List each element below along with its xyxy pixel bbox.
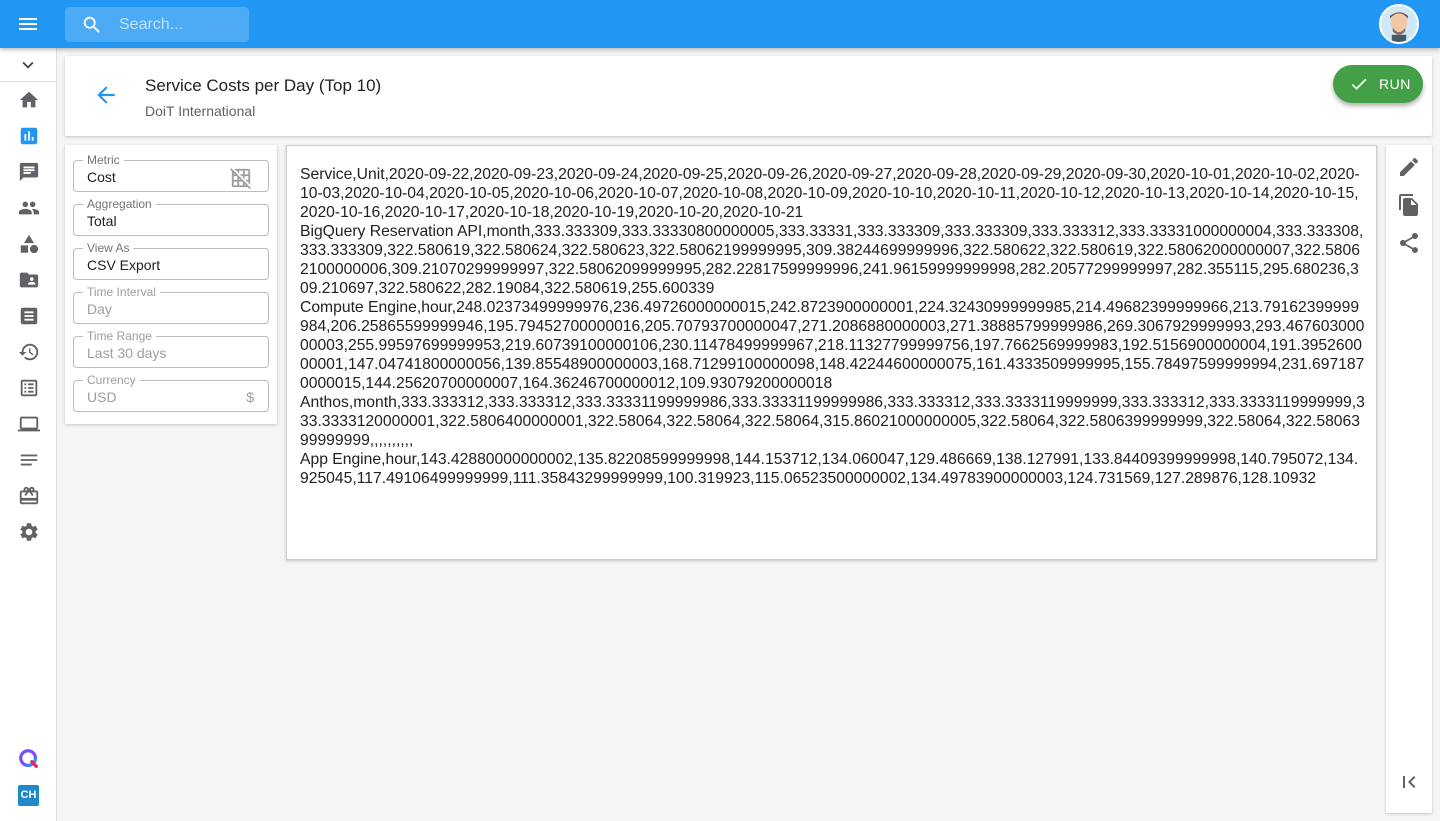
arrow-back-icon	[97, 86, 115, 104]
time-interval-select[interactable]: Time Interval Day	[73, 285, 269, 324]
edit-button[interactable]	[1397, 155, 1421, 179]
list-icon	[20, 379, 37, 397]
sidebar-item-notes[interactable]	[0, 442, 57, 478]
run-button-label: RUN	[1379, 76, 1411, 92]
check-icon	[1351, 78, 1367, 90]
grid-off-icon	[230, 168, 251, 189]
user-avatar[interactable]	[1379, 4, 1419, 44]
briefcase-icon	[19, 486, 38, 505]
view-as-select[interactable]: View As CSV Export	[73, 241, 269, 280]
time-range-label: Time Range	[83, 329, 156, 343]
aggregation-value: Total	[87, 213, 117, 229]
shapes-icon	[20, 234, 38, 254]
folder-icon	[19, 272, 38, 288]
invoice-icon	[20, 307, 37, 325]
report-tools-rail	[1386, 145, 1432, 813]
q-app-link[interactable]	[0, 741, 57, 777]
time-interval-value: Day	[87, 301, 112, 317]
csv-text: Service,Unit,2020-09-22,2020-09-23,2020-…	[300, 166, 1365, 487]
search-box[interactable]	[65, 7, 249, 42]
hamburger-menu-icon[interactable]	[14, 10, 42, 38]
dollar-icon: $	[246, 389, 254, 405]
sidebar-item-history[interactable]	[0, 334, 57, 370]
expand-sidebar-button[interactable]	[0, 48, 56, 82]
ch-logo-label: CH	[20, 789, 37, 801]
top-app-bar	[0, 0, 1440, 48]
currency-select[interactable]: Currency USD $	[73, 373, 269, 412]
q-logo-icon	[18, 749, 38, 768]
collapse-panel-button[interactable]	[1397, 770, 1421, 794]
sidebar-item-reports[interactable]	[0, 118, 57, 154]
settings-icon	[19, 523, 38, 541]
sidebar-item-devices[interactable]	[0, 406, 57, 442]
view-as-value: CSV Export	[87, 257, 161, 273]
notes-icon	[20, 454, 37, 466]
metric-label: Metric	[83, 153, 124, 167]
currency-label: Currency	[83, 373, 140, 387]
edit-icon	[1400, 157, 1419, 176]
share-button[interactable]	[1397, 231, 1421, 255]
report-header: Service Costs per Day (Top 10) DoiT Inte…	[65, 56, 1432, 136]
sidebar-nav: CH	[0, 48, 57, 821]
collapse-left-icon	[1403, 776, 1416, 788]
search-input[interactable]	[119, 15, 239, 34]
people-icon	[18, 201, 39, 215]
sidebar-item-home[interactable]	[0, 82, 57, 118]
copy-icon	[1399, 194, 1418, 216]
share-icon	[1400, 233, 1418, 253]
sidebar-item-messages[interactable]	[0, 154, 57, 190]
report-config-panel: Metric Cost Aggregation Total View As CS…	[65, 145, 277, 424]
sidebar-item-assets[interactable]	[0, 226, 57, 262]
currency-value: USD	[87, 389, 117, 405]
chat-icon	[19, 162, 38, 182]
csv-export-output: Service,Unit,2020-09-22,2020-09-23,2020-…	[286, 145, 1377, 560]
time-range-select[interactable]: Time Range Last 30 days	[73, 329, 269, 368]
report-subtitle: DoiT International	[145, 103, 256, 119]
view-as-label: View As	[83, 241, 134, 255]
metric-select[interactable]: Metric Cost	[73, 153, 269, 192]
time-range-value: Last 30 days	[87, 345, 167, 361]
sidebar-item-perks[interactable]	[0, 478, 57, 514]
sidebar-item-invoices[interactable]	[0, 298, 57, 334]
report-title: Service Costs per Day (Top 10)	[145, 76, 382, 95]
run-button[interactable]: RUN	[1333, 65, 1423, 103]
sidebar-item-folders[interactable]	[0, 262, 57, 298]
chevron-down-icon	[22, 61, 34, 69]
copy-button[interactable]	[1397, 193, 1421, 217]
sidebar-item-settings[interactable]	[0, 514, 57, 550]
ch-logo-icon: CH	[18, 784, 39, 806]
search-icon	[83, 16, 100, 33]
aggregation-select[interactable]: Aggregation Total	[73, 197, 269, 236]
history-icon	[18, 343, 38, 361]
laptop-icon	[17, 416, 40, 432]
sidebar-item-users[interactable]	[0, 190, 57, 226]
metric-value: Cost	[87, 169, 116, 185]
sidebar-item-list[interactable]	[0, 370, 57, 406]
aggregation-label: Aggregation	[83, 197, 156, 211]
sidebar-apps: CH	[0, 741, 57, 813]
back-button[interactable]	[93, 82, 119, 108]
time-interval-label: Time Interval	[83, 285, 160, 299]
home-icon	[19, 91, 38, 108]
ch-app-link[interactable]: CH	[0, 777, 57, 813]
reports-icon	[20, 127, 37, 145]
